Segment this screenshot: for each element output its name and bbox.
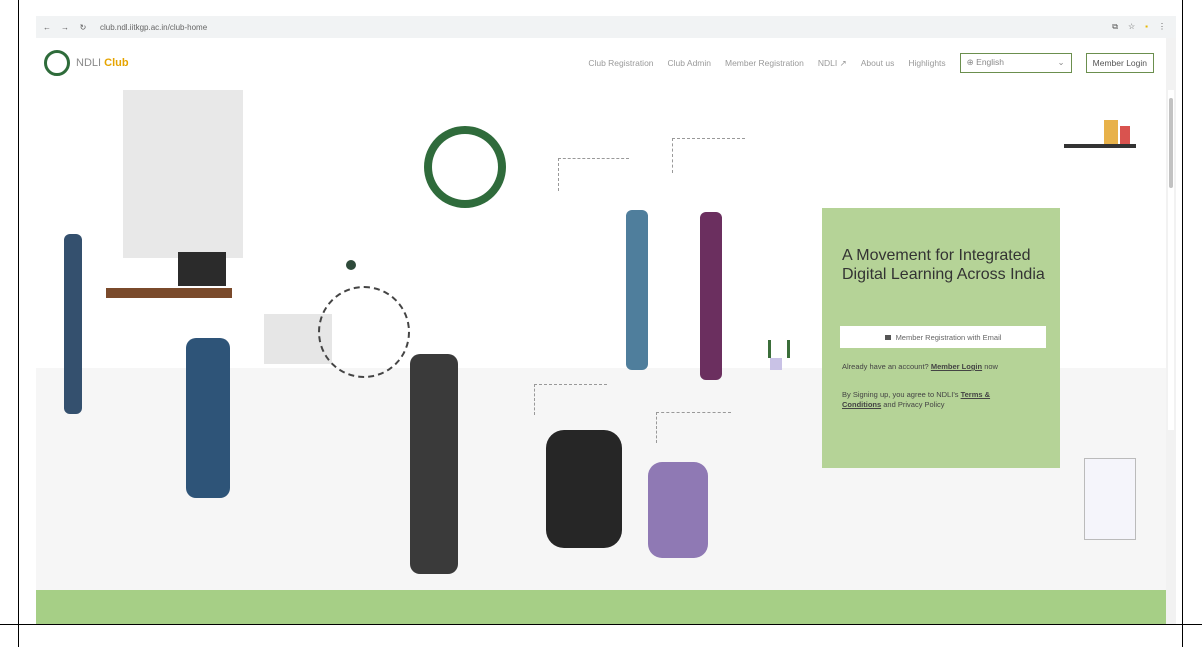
left-border	[18, 0, 19, 647]
globe-icon: ⊕	[966, 57, 974, 67]
profile-icon[interactable]: ▪	[1145, 22, 1148, 32]
external-link-icon: ↗	[839, 57, 847, 68]
main-menu: Club Registration Club Admin Member Regi…	[588, 53, 1154, 73]
person-seated-man-illustration	[410, 354, 458, 574]
menu-about[interactable]: About us	[861, 58, 895, 68]
page-scrollbar[interactable]	[1168, 90, 1174, 430]
site-header: NDLI Club Club Registration Club Admin M…	[36, 38, 1166, 88]
terms-text: By Signing up, you agree to NDLI's Terms…	[842, 390, 1022, 410]
dashed-speech-box	[672, 138, 745, 173]
person-standing-illustration	[64, 234, 82, 414]
extensions-icon[interactable]: ⧉	[1112, 22, 1118, 32]
email-icon	[884, 334, 891, 340]
menu-ndli[interactable]: NDLI ↗	[818, 58, 847, 69]
ndli-logo-icon[interactable]	[44, 50, 70, 76]
address-bar[interactable]: club.ndl.iitkgp.ac.in/club-home	[100, 23, 207, 32]
register-button-label: Member Registration with Email	[895, 332, 1002, 342]
bottom-green-band	[36, 590, 1166, 624]
dashed-speech-box	[534, 384, 607, 415]
reload-icon[interactable]: ↻	[78, 23, 88, 32]
chevron-down-icon: ⌄	[1057, 57, 1065, 67]
brand-accent: Club	[104, 57, 129, 69]
plant-illustration	[764, 330, 790, 370]
desk-items-illustration	[1064, 108, 1136, 148]
person-sitting-floor-woman-illustration	[648, 462, 708, 558]
language-label: English	[976, 57, 1005, 67]
flipchart-illustration	[1084, 458, 1136, 540]
back-icon[interactable]: ←	[42, 23, 52, 32]
dot-illustration	[346, 260, 356, 270]
bottom-border	[0, 624, 1202, 625]
page-frame: ← → ↻ club.ndl.iitkgp.ac.in/club-home ⧉ …	[0, 0, 1202, 647]
menu-ndli-label: NDLI	[817, 57, 838, 68]
person-sitting-floor-illustration	[546, 430, 622, 548]
cta-panel: A Movement for Integrated Digital Learni…	[822, 208, 1060, 468]
person-talking-man-illustration	[626, 210, 648, 370]
menu-highlights[interactable]: Highlights	[908, 58, 945, 68]
browser-nav: ← → ↻	[42, 23, 88, 32]
login-suffix: now	[984, 362, 998, 371]
already-text: Already have an account?	[842, 362, 929, 371]
dashed-speech-box	[656, 412, 731, 443]
dashed-circle-illustration	[318, 286, 410, 378]
site-viewport: NDLI Club Club Registration Club Admin M…	[36, 38, 1176, 624]
terms-suffix: and Privacy Policy	[883, 400, 945, 409]
terms-prefix: By Signing up, you agree to NDLI's	[842, 390, 959, 399]
person-seated-woman-illustration	[186, 338, 230, 498]
more-icon[interactable]: ⋮	[1158, 22, 1166, 32]
ndli-emblem-icon	[424, 126, 506, 208]
menu-club-registration[interactable]: Club Registration	[588, 58, 653, 68]
scrollbar-thumb[interactable]	[1169, 98, 1173, 188]
desk-illustration	[106, 288, 232, 298]
menu-member-registration[interactable]: Member Registration	[725, 58, 804, 68]
login-prompt: Already have an account? Member Login no…	[842, 362, 1002, 372]
language-select[interactable]: ⊕ English ⌄	[959, 53, 1072, 73]
member-registration-email-button[interactable]: Member Registration with Email	[840, 326, 1046, 348]
language-value: ⊕ English	[967, 57, 1004, 69]
browser-actions: ⧉ ☆ ▪ ⋮	[1112, 22, 1166, 32]
person-talking-woman-illustration	[700, 212, 722, 380]
star-icon[interactable]: ☆	[1128, 22, 1135, 32]
member-login-button[interactable]: Member Login	[1085, 53, 1154, 73]
brand-main: NDLI	[76, 57, 102, 69]
image-placeholder-tall	[123, 90, 243, 258]
right-border	[1182, 0, 1183, 647]
member-login-link[interactable]: Member Login	[931, 362, 982, 371]
forward-icon[interactable]: →	[60, 23, 70, 32]
monitor-illustration	[178, 252, 226, 286]
menu-club-admin[interactable]: Club Admin	[668, 58, 711, 68]
hero-title: A Movement for Integrated Digital Learni…	[842, 247, 1045, 283]
browser-toolbar: ← → ↻ club.ndl.iitkgp.ac.in/club-home ⧉ …	[36, 16, 1176, 38]
dashed-speech-box	[558, 158, 629, 191]
brand-name[interactable]: NDLI Club	[76, 57, 129, 69]
